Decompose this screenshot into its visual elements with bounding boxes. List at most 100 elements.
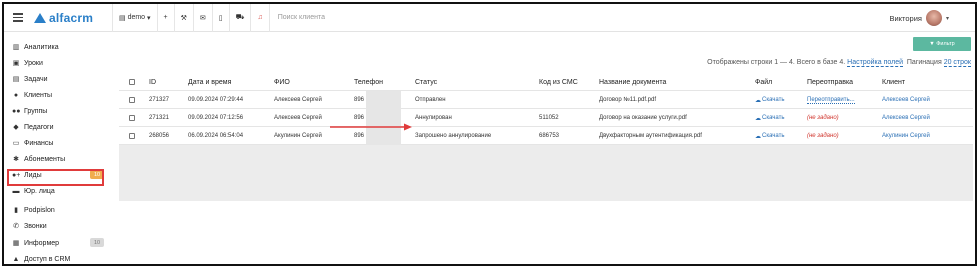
table-row[interactable]: 271327 09.09.2024 07:29:44 Алексеев Сергей… [119, 91, 973, 109]
cell-file[interactable]: ☁ Скачать [755, 109, 785, 127]
cell-resend-text: (не задано) [807, 115, 839, 121]
cell-file-text: Скачать [762, 133, 785, 139]
cell-status-text: Запрошено аннулирование [415, 133, 492, 139]
logo[interactable]: alfacrm [34, 11, 112, 25]
lock-icon: ▲ [12, 255, 20, 263]
sidebar-item-4[interactable]: ● Клиенты [12, 88, 108, 102]
sidebar-item-7[interactable]: ▭ Финансы [12, 136, 108, 150]
cell-fio: Алексеев Сергей [274, 91, 322, 109]
logo-text: alfacrm [49, 10, 94, 25]
table-row[interactable]: 271321 09.09.2024 07:12:56 Алексеев Сергей… [119, 109, 973, 127]
cell-datetime-text: 06.09.2024 06:54:04 [188, 133, 244, 139]
avatar [925, 10, 942, 26]
menu-icon[interactable] [4, 13, 28, 22]
column-header[interactable]: Код из СМС [539, 73, 578, 91]
sidebar-item-label: Педагоги [24, 123, 54, 131]
filter-button[interactable]: ▼ Фильтр [913, 37, 971, 51]
cell-file-text: Скачать [762, 97, 785, 103]
cell-status: Отправлен [415, 91, 446, 109]
sidebar-item-1[interactable]: ▥ Аналитика [12, 40, 108, 54]
sidebar-item-13[interactable]: ▦ Информер 10 [12, 236, 108, 250]
sidebar-item-12[interactable]: ✆ Звонки [12, 219, 108, 233]
count-badge: 10 [90, 238, 104, 247]
cell-phone-text: 896 [354, 133, 365, 139]
sidebar-item-11[interactable]: ▮ Podpislon [12, 203, 108, 217]
cell-file[interactable]: ☁ Скачать [755, 127, 785, 145]
sidebar-item-5[interactable]: ●● Группы [12, 104, 108, 118]
branch-select[interactable]: ▤ demo ▾ [113, 4, 158, 32]
bell-icon[interactable]: ♫ [251, 4, 270, 32]
cell-datetime-text: 09.09.2024 07:12:56 [188, 115, 244, 121]
pagination-label: Пагинация [906, 59, 942, 66]
chart-icon: ▥ [12, 44, 20, 51]
calendar-icon: ▣ [12, 60, 20, 67]
sidebar-item-14[interactable]: ▲ Доступ в CRM [12, 252, 108, 264]
file-icon: ▮ [14, 207, 18, 214]
cell-document: Договор на оказание услуги.pdf [599, 109, 687, 127]
phone-redaction [366, 91, 401, 145]
cell-resend[interactable]: Переотправить... [807, 91, 855, 109]
add-button[interactable]: + [158, 4, 175, 32]
user-menu[interactable]: Виктория ▾ [889, 4, 949, 32]
cell-id: 271327 [149, 91, 169, 109]
column-header[interactable]: ID [149, 73, 156, 91]
highlight-box [7, 169, 104, 186]
annotation-arrow [330, 123, 412, 131]
chevron-down-icon: ▾ [145, 14, 151, 22]
sidebar-item-label: Информер [24, 239, 60, 247]
cell-fio: Акулинин Сергей [274, 127, 322, 145]
column-header[interactable]: Статус [415, 73, 437, 91]
select-all-checkbox[interactable] [129, 79, 135, 85]
cell-datetime: 09.09.2024 07:29:44 [188, 91, 243, 109]
mobile-icon[interactable]: ▯ [213, 4, 230, 32]
sidebar-item-label: Юр. лица [24, 187, 55, 195]
cell-client-text: Алексеев Сергей [882, 115, 930, 121]
field-settings-link[interactable]: Настройка полей [847, 59, 903, 67]
search-input[interactable]: Поиск клиента [278, 14, 325, 21]
cart-icon[interactable]: ⛟ [230, 4, 252, 32]
table-row[interactable]: 268056 06.09.2024 06:54:04 Акулинин Сергей… [119, 127, 973, 145]
logo-icon [34, 12, 46, 23]
money-icon: ▭ [12, 140, 20, 147]
gear-icon: ✱ [13, 156, 19, 163]
cell-client[interactable]: Алексеев Сергей [882, 91, 930, 109]
mail-icon[interactable]: ✉ [194, 4, 213, 32]
sidebar-item-label: Финансы [24, 139, 54, 147]
cell-status: Аннулирован [415, 109, 452, 127]
cell-client[interactable]: Акулинин Сергей [882, 127, 930, 145]
inbox-icon: ▦ [12, 240, 20, 247]
column-header[interactable]: ФИО [274, 73, 290, 91]
column-header[interactable]: Дата и время [188, 73, 231, 91]
cell-status-text: Отправлен [415, 97, 446, 103]
cell-file[interactable]: ☁ Скачать [755, 91, 785, 109]
building-icon: ▤ [119, 14, 128, 22]
cell-status: Запрошено аннулирование [415, 127, 491, 145]
sidebar-item-2[interactable]: ▣ Уроки [12, 56, 108, 70]
sidebar-item-label: Задачи [24, 75, 48, 83]
cell-client[interactable]: Алексеев Сергей [882, 109, 930, 127]
cell-resend-text: Переотправить... [807, 96, 855, 104]
sidebar-item-6[interactable]: ◆ Педагоги [12, 120, 108, 134]
cell-id: 268056 [149, 127, 169, 145]
sidebar-item-8[interactable]: ✱ Абонементы [12, 152, 108, 166]
sidebar-item-label: Аналитика [24, 43, 59, 51]
cell-phone-text: 896 [354, 115, 365, 121]
wrench-icon[interactable]: ⚒ [175, 4, 194, 32]
column-header[interactable]: Переотправка [807, 73, 853, 91]
cell-id-text: 268056 [149, 133, 170, 139]
row-checkbox[interactable] [129, 133, 135, 139]
cell-client-text: Алексеев Сергей [882, 97, 930, 103]
column-header[interactable]: Телефон [354, 73, 383, 91]
cell-client-text: Акулинин Сергей [882, 133, 930, 139]
cell-sms-text: 511052 [539, 115, 559, 121]
row-checkbox[interactable] [129, 97, 135, 103]
row-checkbox[interactable] [129, 115, 135, 121]
column-header[interactable]: Клиент [882, 73, 905, 91]
column-header[interactable]: Файл [755, 73, 772, 91]
sidebar-item-10[interactable]: ▬ Юр. лица [12, 184, 108, 198]
cell-file-text: Скачать [762, 115, 785, 121]
cell-resend: (не задано) [807, 109, 839, 127]
pagination-select[interactable]: 20 строк [943, 59, 971, 67]
sidebar-item-3[interactable]: ▤ Задачи [12, 72, 108, 86]
column-header[interactable]: Название документа [599, 73, 666, 91]
